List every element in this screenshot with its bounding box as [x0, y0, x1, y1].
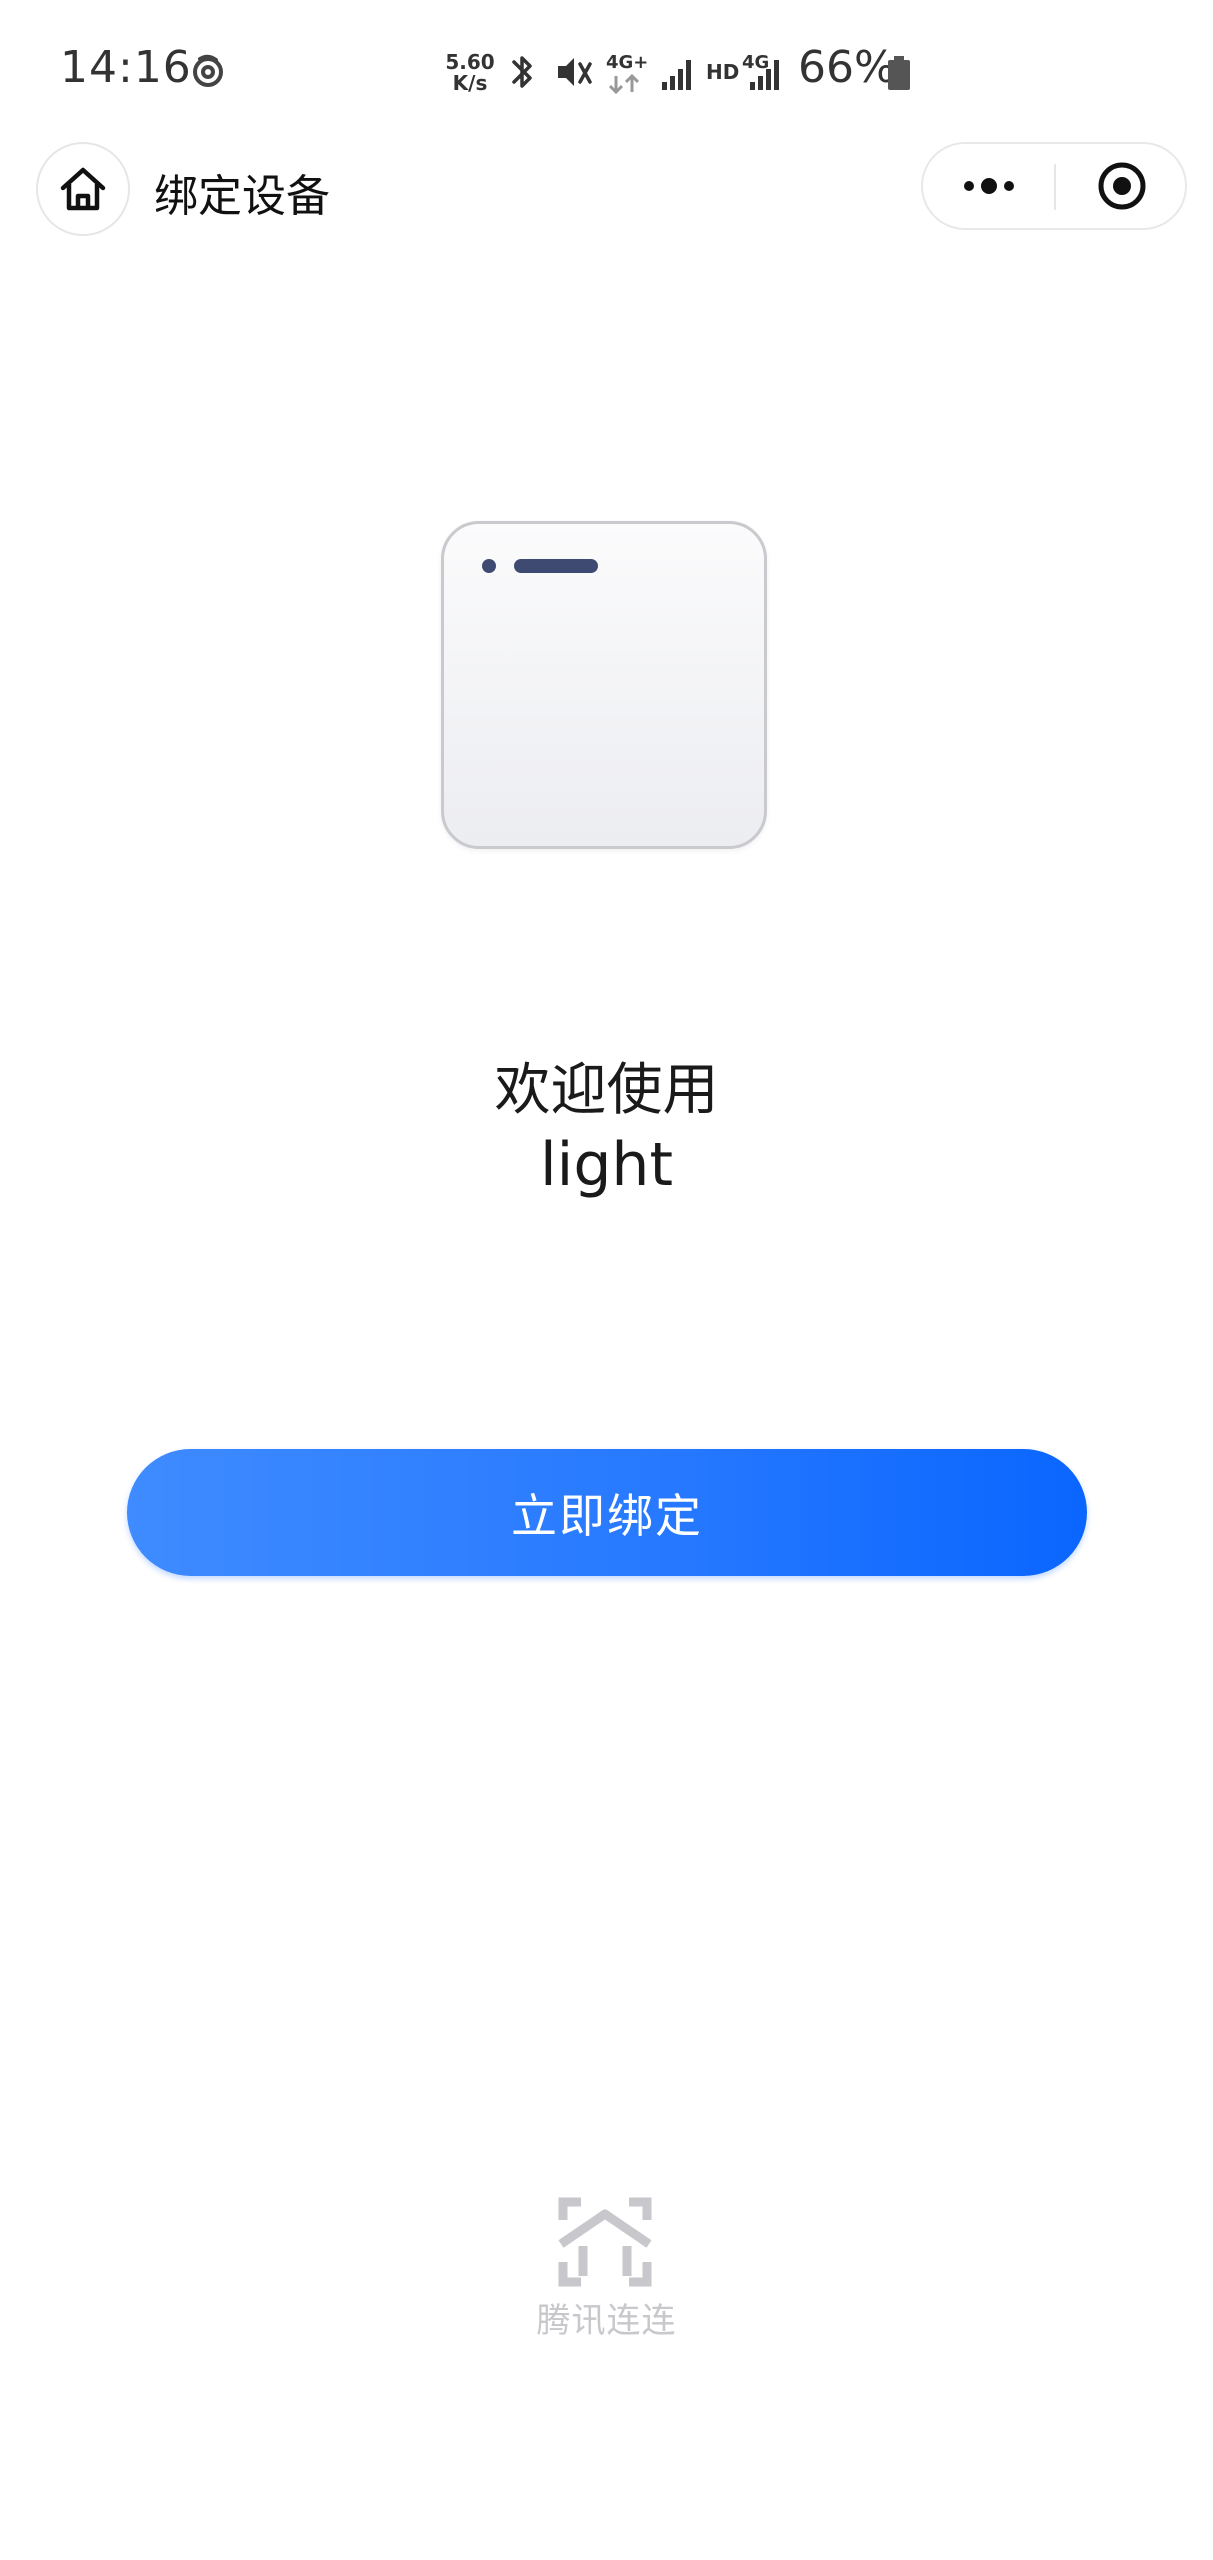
more-button[interactable]: [923, 144, 1055, 228]
device-indicator-bar: [514, 559, 598, 573]
status-bar: 14:16 5.60 K/s 4G+ HD 4G 66%: [0, 0, 1213, 150]
battery-icon: [888, 56, 910, 90]
vibrate-mute-icon: [558, 58, 592, 86]
network-speed: 5.60 K/s: [440, 52, 500, 94]
home-icon: [60, 167, 106, 211]
signal-icon: [750, 60, 779, 90]
data-arrows-icon: [608, 74, 640, 94]
signal-icon: [662, 60, 691, 90]
miniprogram-capsule: [921, 142, 1187, 230]
network-speed-unit: K/s: [452, 71, 488, 95]
page-title: 绑定设备: [154, 171, 330, 222]
bind-now-button[interactable]: 立即绑定: [127, 1449, 1087, 1576]
device-name: light: [540, 1130, 673, 1200]
device-card-icon: [441, 521, 767, 849]
footer-brand-label: 腾讯连连: [536, 2301, 677, 2341]
more-icon: [964, 178, 1014, 194]
battery-percent: 66%: [798, 42, 896, 93]
network-speed-value: 5.60: [445, 50, 495, 74]
close-miniprogram-button[interactable]: [1056, 144, 1187, 228]
home-button[interactable]: [36, 142, 130, 236]
bluetooth-icon: [512, 56, 532, 88]
close-miniprogram-icon: [1098, 162, 1145, 210]
app-notification-icon: [193, 54, 223, 87]
device-indicator-dot: [482, 559, 496, 573]
tencent-lianlian-logo-icon: [558, 2197, 652, 2287]
network-type-4g-plus: 4G+: [606, 52, 649, 73]
welcome-title: 欢迎使用: [494, 1058, 719, 1123]
status-time: 14:16: [60, 42, 192, 93]
nav-bar: 绑定设备: [0, 140, 1213, 240]
hd-label: HD: [706, 60, 740, 84]
